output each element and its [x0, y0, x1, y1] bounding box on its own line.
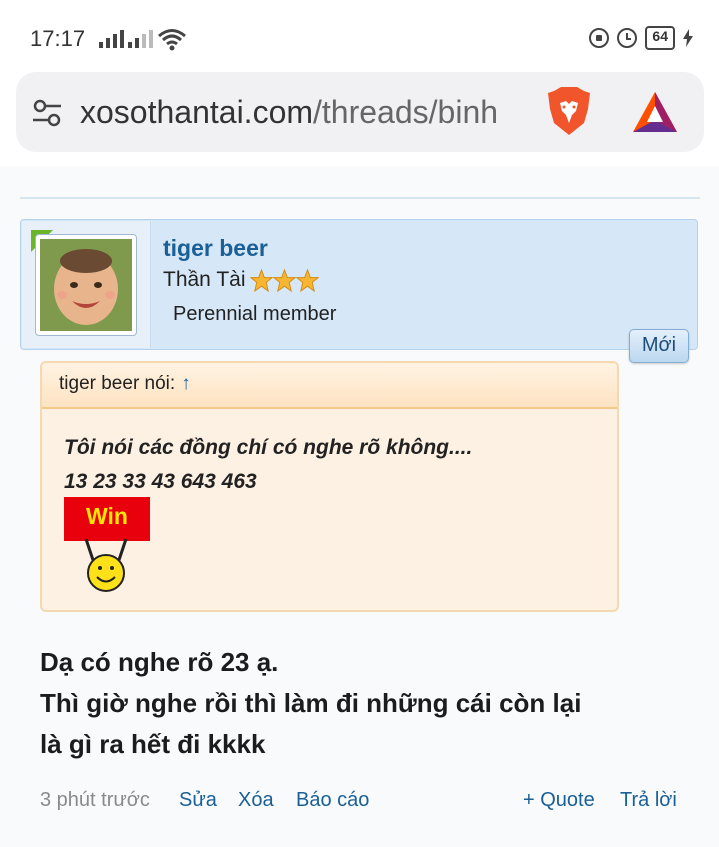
avatar-image: [40, 239, 132, 331]
user-title-text: Thần Tài: [163, 268, 246, 291]
star-icon: [272, 268, 296, 292]
quote-link[interactable]: + Quote: [523, 789, 595, 812]
new-post-badge[interactable]: Mới: [629, 329, 689, 363]
signal-icon: [128, 30, 153, 48]
quote-header[interactable]: tiger beer nói: ↑: [42, 363, 617, 409]
win-sign-emoticon: Win: [64, 497, 150, 541]
member-type: Perennial member: [173, 303, 337, 325]
user-card: tiger beer Thần Tài Perennial member: [20, 219, 698, 350]
forum-page: tiger beer Thần Tài Perennial member Mới…: [0, 166, 719, 847]
username[interactable]: tiger beer: [163, 235, 268, 262]
smiley-emoticon-icon: [84, 539, 128, 592]
star-icon: [249, 268, 273, 292]
status-bar: 17:17 64: [0, 0, 719, 72]
post-time[interactable]: 3 phút trước: [40, 789, 150, 812]
quote-attribution: tiger beer nói:: [59, 373, 176, 394]
charging-icon: [683, 29, 693, 47]
quote-line: 13 23 33 43 643 463: [64, 470, 257, 493]
quote-jump-arrow[interactable]: ↑: [181, 373, 191, 394]
post-line: Dạ có nghe rõ 23 ạ.: [40, 647, 279, 677]
brave-rewards-icon[interactable]: [631, 90, 679, 134]
wifi-icon: [158, 29, 186, 51]
site-settings-icon[interactable]: [32, 99, 62, 127]
post-line: là gì ra hết đi kkkk: [40, 729, 266, 759]
report-link[interactable]: Báo cáo: [296, 789, 369, 812]
brave-shields-icon[interactable]: [546, 87, 592, 137]
star-icon: [295, 268, 319, 292]
battery-level: 64: [645, 26, 675, 50]
reply-link[interactable]: Trả lời: [620, 789, 677, 812]
browser-toolbar: xosothantai.com/threads/binh: [0, 72, 719, 166]
status-time: 17:17: [30, 26, 86, 51]
avatar-cell: [22, 221, 151, 348]
post-body: Dạ có nghe rõ 23 ạ. Thì giờ nghe rồi thì…: [40, 642, 581, 765]
rotation-lock-icon: [589, 28, 610, 48]
url-text[interactable]: xosothantai.com/threads/binh: [80, 92, 538, 132]
url-path: /threads/binh: [313, 94, 499, 130]
alarm-icon: [617, 28, 638, 48]
quote-line: Tôi nói các đồng chí có nghe rõ không...…: [64, 436, 473, 459]
post-line: Thì giờ nghe rồi thì làm đi những cái cò…: [40, 688, 582, 718]
quote-block: tiger beer nói: ↑ Tôi nói các đồng chí có…: [40, 361, 619, 612]
signal-icon: [99, 30, 124, 48]
edit-link[interactable]: Sửa: [179, 789, 217, 812]
rank-stars: [249, 268, 319, 292]
user-title: Thần Tài: [163, 268, 319, 292]
divider: [20, 197, 700, 199]
url-host: xosothantai.com: [80, 94, 314, 130]
quote-text: Tôi nói các đồng chí có nghe rõ không...…: [64, 431, 472, 499]
delete-link[interactable]: Xóa: [238, 789, 274, 812]
avatar[interactable]: [35, 234, 137, 336]
address-bar[interactable]: xosothantai.com/threads/binh: [16, 72, 704, 152]
